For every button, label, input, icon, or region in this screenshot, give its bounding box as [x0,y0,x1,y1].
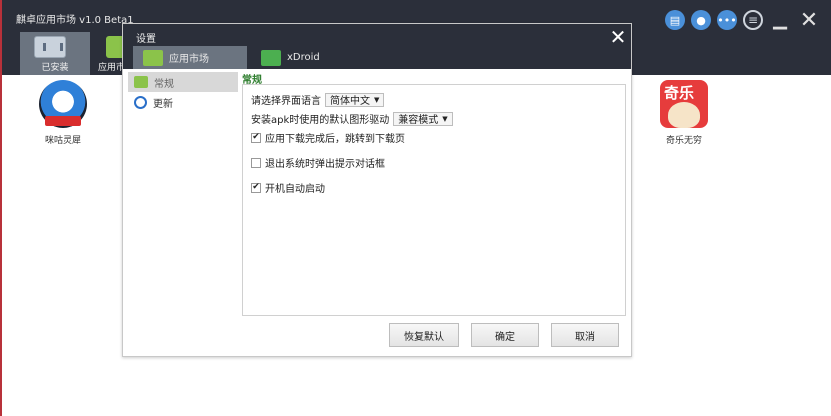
language-row: 请选择界面语言 简体中文 ▼ [251,91,617,108]
update-icon [134,95,147,109]
app-card-qile[interactable]: 奇乐 奇乐无穷 [649,80,719,146]
tab-xdroid[interactable]: xDroid [251,46,351,69]
dialog-titlebar: 设置 ✕ 应用市场 xDroid [123,24,631,69]
xdroid-icon [261,49,281,66]
driver-row: 安装apk时使用的默认图形驱动 兼容模式 ▼ [251,110,617,127]
option-label: 开机自动启动 [265,184,325,195]
tab-app-market[interactable]: 应用市 [94,32,128,75]
tab-installed-label: 已安装 [41,63,69,73]
installed-apps-icon [34,36,66,58]
driver-label: 安装apk时使用的默认图形驱动 [251,115,390,126]
app-market-icon [143,49,163,66]
chevron-down-icon: ▼ [442,114,448,123]
option-exit-prompt[interactable]: 退出系统时弹出提示对话框 [251,154,617,171]
nav-item-label: 更新 [153,98,173,110]
reset-defaults-button[interactable]: 恢复默认 [389,323,459,347]
dialog-close-button[interactable]: ✕ [609,27,627,47]
language-value: 简体中文 [330,96,370,107]
option-label: 退出系统时弹出提示对话框 [265,159,385,170]
menu-icon[interactable]: ≡ [743,10,763,30]
nav-item-label: 常规 [154,78,174,90]
cancel-button[interactable]: 取消 [551,323,619,347]
ok-button[interactable]: 确定 [471,323,539,347]
tab-label: 应用市场 [169,54,209,65]
option-autostart[interactable]: ✔ 开机自动启动 [251,179,617,196]
tab-app-market-label: 应用市 [98,63,124,73]
chevron-down-icon: ▼ [374,95,380,104]
qile-icon-text: 奇乐 [664,84,695,102]
settings-nav: 常规 更新 [128,72,238,352]
dialog-title: 设置 [136,34,156,45]
app-card-migu[interactable]: 咪咕灵犀 [28,80,98,146]
settings-content: 请选择界面语言 简体中文 ▼ 安装apk时使用的默认图形驱动 兼容模式 ▼ ✔ … [242,84,626,316]
driver-dropdown[interactable]: 兼容模式 ▼ [393,111,453,126]
app-name: 奇乐无穷 [665,136,702,146]
nav-item-general[interactable]: 常规 [128,72,238,92]
tab-label: xDroid [287,52,320,63]
user-icon[interactable]: ● [691,10,711,30]
qile-icon: 奇乐 [660,80,708,128]
language-label: 请选择界面语言 [251,96,321,107]
qile-face [668,102,700,128]
app-title: 麒卓应用市场 v1.0 Beta1 [16,15,134,26]
tab-app-market-settings[interactable]: 应用市场 [133,46,247,69]
minimize-icon[interactable]: ▁ [769,10,791,30]
exit-prompt-checkbox[interactable] [251,157,261,168]
nav-item-update[interactable]: 更新 [128,92,238,112]
close-icon[interactable]: ✕ [797,8,821,33]
settings-dialog: 设置 ✕ 应用市场 xDroid 常规 更新 常规 请选择界面语言 简体中文 ▼ [122,23,632,357]
app-name: 咪咕灵犀 [44,136,81,146]
dialog-buttons: 恢复默认 确定 取消 [389,323,619,347]
option-jump-download[interactable]: ✔ 应用下载完成后，跳转到下载页 [251,129,617,146]
migu-lingxi-icon [39,80,87,128]
jump-download-checkbox[interactable]: ✔ [251,132,261,143]
header-icons: ▤ ● ••• ≡ ▁ ✕ [665,8,821,33]
autostart-checkbox[interactable]: ✔ [251,182,261,193]
message-icon[interactable]: ▤ [665,10,685,30]
language-dropdown[interactable]: 简体中文 ▼ [325,92,385,107]
chat-icon[interactable]: ••• [717,10,737,30]
general-icon [134,76,148,88]
driver-value: 兼容模式 [398,115,439,126]
option-label: 应用下载完成后，跳转到下载页 [265,134,405,145]
tab-installed[interactable]: 已安装 [20,32,90,75]
